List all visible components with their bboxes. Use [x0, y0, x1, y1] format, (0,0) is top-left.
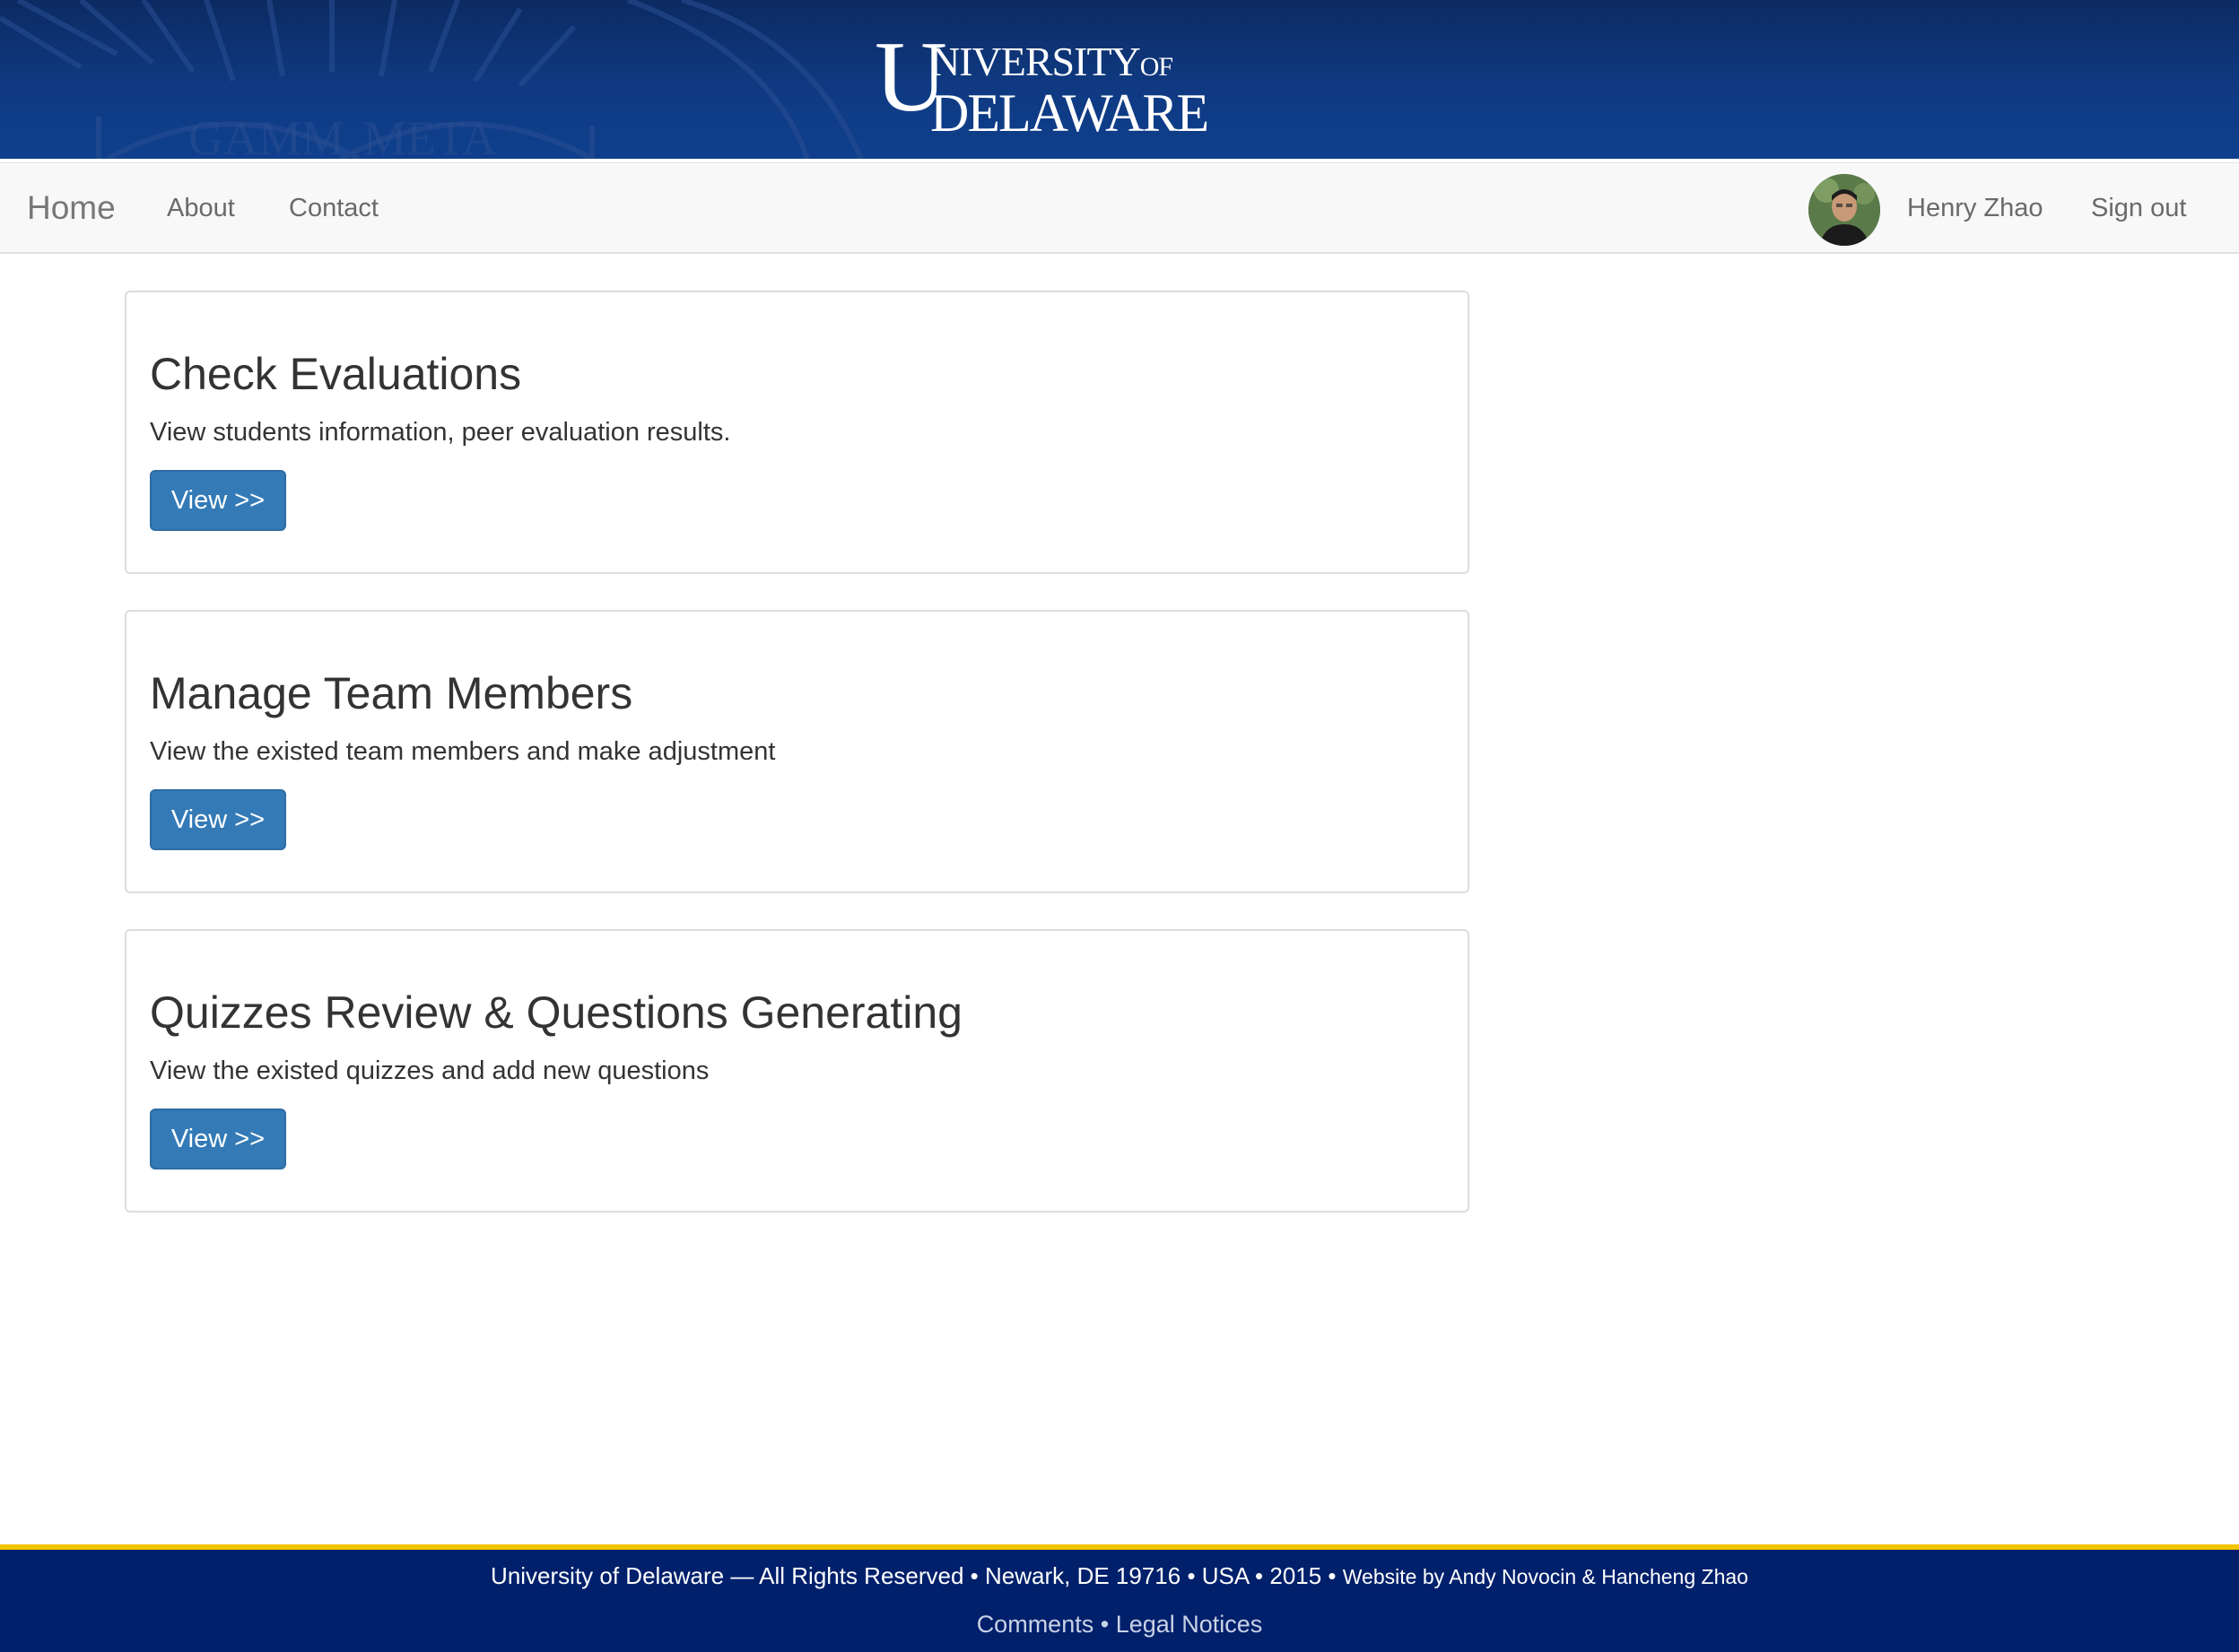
card-quizzes-review: Quizzes Review & Questions Generating Vi…: [125, 929, 1469, 1213]
logo-top-text: NIVERSITY: [930, 39, 1141, 84]
header-banner: GAMM META U NIVERSITYOF DELAWARE: [0, 0, 2239, 159]
seal-text-left: GAMM: [188, 111, 344, 159]
view-evaluations-button[interactable]: View >>: [150, 470, 286, 531]
footer-credit: Website by Andy Novocin & Hancheng Zhao: [1342, 1565, 1748, 1588]
page: GAMM META U NIVERSITYOF DELAWARE Home Ab…: [0, 0, 2239, 1652]
top-navbar: Home About Contact Henry Zhao Sign out: [0, 162, 2239, 254]
view-quizzes-button[interactable]: View >>: [150, 1109, 286, 1169]
footer-copyright-line: University of Delaware — All Rights Rese…: [0, 1562, 2239, 1590]
logo-wordmark-bottom: DELAWARE: [930, 83, 1209, 143]
footer: University of Delaware — All Rights Rese…: [0, 1544, 2239, 1652]
card-description: View the existed quizzes and add new que…: [150, 1056, 710, 1085]
sign-out-link[interactable]: Sign out: [2091, 163, 2186, 253]
nav-about-link[interactable]: About: [167, 163, 235, 253]
card-title: Manage Team Members: [150, 668, 633, 718]
view-team-members-button[interactable]: View >>: [150, 789, 286, 850]
nav-user-name[interactable]: Henry Zhao: [1907, 163, 2043, 253]
nav-contact-link[interactable]: Contact: [289, 163, 379, 253]
card-manage-team-members: Manage Team Members View the existed tea…: [125, 610, 1469, 893]
footer-comments-link[interactable]: Comments: [977, 1611, 1094, 1638]
nav-home-link[interactable]: Home: [27, 163, 116, 253]
footer-separator: •: [1100, 1611, 1110, 1638]
card-check-evaluations: Check Evaluations View students informat…: [125, 291, 1469, 574]
footer-copyright: University of Delaware — All Rights Rese…: [491, 1562, 1337, 1589]
user-avatar[interactable]: [1808, 174, 1880, 246]
card-title: Check Evaluations: [150, 349, 522, 399]
user-photo-icon: [1808, 174, 1880, 246]
card-title: Quizzes Review & Questions Generating: [150, 987, 963, 1038]
card-description: View the existed team members and make a…: [150, 737, 776, 766]
card-description: View students information, peer evaluati…: [150, 418, 731, 447]
university-logo[interactable]: U NIVERSITYOF DELAWARE: [875, 27, 1209, 147]
footer-links: Comments • Legal Notices: [0, 1611, 2239, 1639]
footer-legal-notices-link[interactable]: Legal Notices: [1116, 1611, 1263, 1638]
logo-wordmark-top: NIVERSITYOF: [930, 39, 1173, 88]
logo-of-text: OF: [1139, 52, 1173, 82]
seal-text-right: META: [363, 111, 497, 159]
